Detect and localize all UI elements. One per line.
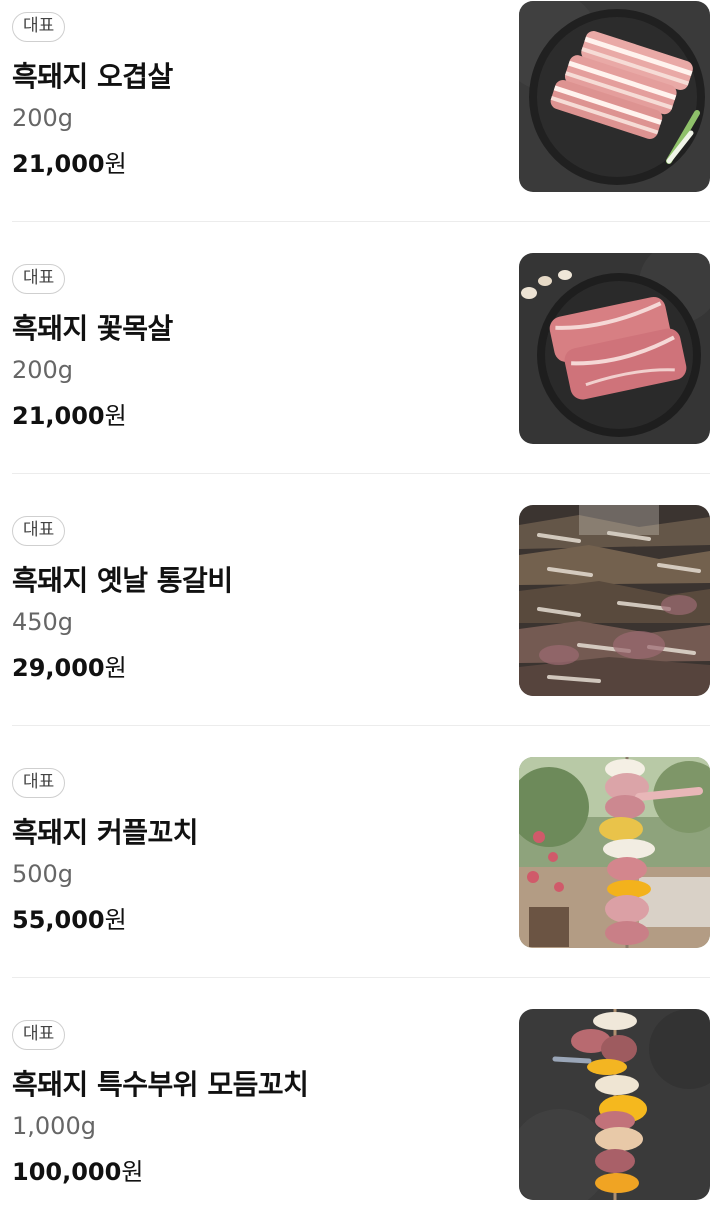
price-currency: 원 xyxy=(104,402,127,430)
menu-item[interactable]: 대표 흑돼지 옛날 통갈비 450g 29,000원 xyxy=(0,504,717,756)
price-amount: 21,000 xyxy=(12,402,105,430)
menu-item-weight: 450g xyxy=(12,608,74,636)
menu-item[interactable]: 대표 흑돼지 특수부위 모듬꼬치 1,000g 100,000원 xyxy=(0,1008,717,1212)
price-amount: 29,000 xyxy=(12,654,105,682)
signature-badge: 대표 xyxy=(12,1020,66,1050)
divider xyxy=(12,725,710,726)
menu-item-price: 55,000원 xyxy=(12,900,127,935)
signature-badge: 대표 xyxy=(12,768,66,798)
price-currency: 원 xyxy=(104,654,127,682)
menu-item-name: 흑돼지 꽃목살 xyxy=(12,312,173,345)
price-amount: 100,000 xyxy=(12,1158,122,1186)
menu-item[interactable]: 대표 흑돼지 커플꼬치 500g 55,000원 xyxy=(0,756,717,1008)
menu-list: 대표 흑돼지 오겹살 200g 21,000원 대표 흑돼지 꽃목살 200g … xyxy=(0,0,717,1212)
couple-skewer-image[interactable] xyxy=(519,757,710,948)
menu-item[interactable]: 대표 흑돼지 오겹살 200g 21,000원 xyxy=(0,0,717,252)
menu-item[interactable]: 대표 흑돼지 꽃목살 200g 21,000원 xyxy=(0,252,717,504)
assorted-skewer-image[interactable] xyxy=(519,1009,710,1200)
price-currency: 원 xyxy=(104,150,127,178)
divider xyxy=(12,977,710,978)
menu-item-price: 21,000원 xyxy=(12,144,127,179)
menu-item-weight: 1,000g xyxy=(12,1112,96,1140)
menu-item-weight: 200g xyxy=(12,104,74,132)
menu-item-name: 흑돼지 특수부위 모듬꼬치 xyxy=(12,1068,309,1101)
menu-item-name: 흑돼지 옛날 통갈비 xyxy=(12,564,233,597)
grilled-ribs-image[interactable] xyxy=(519,505,710,696)
pork-belly-plate-image[interactable] xyxy=(519,1,710,192)
price-currency: 원 xyxy=(104,906,127,934)
menu-item-weight: 200g xyxy=(12,356,74,384)
menu-item-name: 흑돼지 오겹살 xyxy=(12,60,173,93)
signature-badge: 대표 xyxy=(12,264,66,294)
divider xyxy=(12,473,710,474)
pork-neck-plate-image[interactable] xyxy=(519,253,710,444)
signature-badge: 대표 xyxy=(12,12,66,42)
price-currency: 원 xyxy=(121,1158,144,1186)
price-amount: 55,000 xyxy=(12,906,105,934)
menu-item-name: 흑돼지 커플꼬치 xyxy=(12,816,199,849)
menu-item-price: 29,000원 xyxy=(12,648,127,683)
price-amount: 21,000 xyxy=(12,150,105,178)
menu-item-weight: 500g xyxy=(12,860,74,888)
menu-item-price: 100,000원 xyxy=(12,1152,143,1187)
divider xyxy=(12,221,710,222)
menu-item-price: 21,000원 xyxy=(12,396,127,431)
signature-badge: 대표 xyxy=(12,516,66,546)
